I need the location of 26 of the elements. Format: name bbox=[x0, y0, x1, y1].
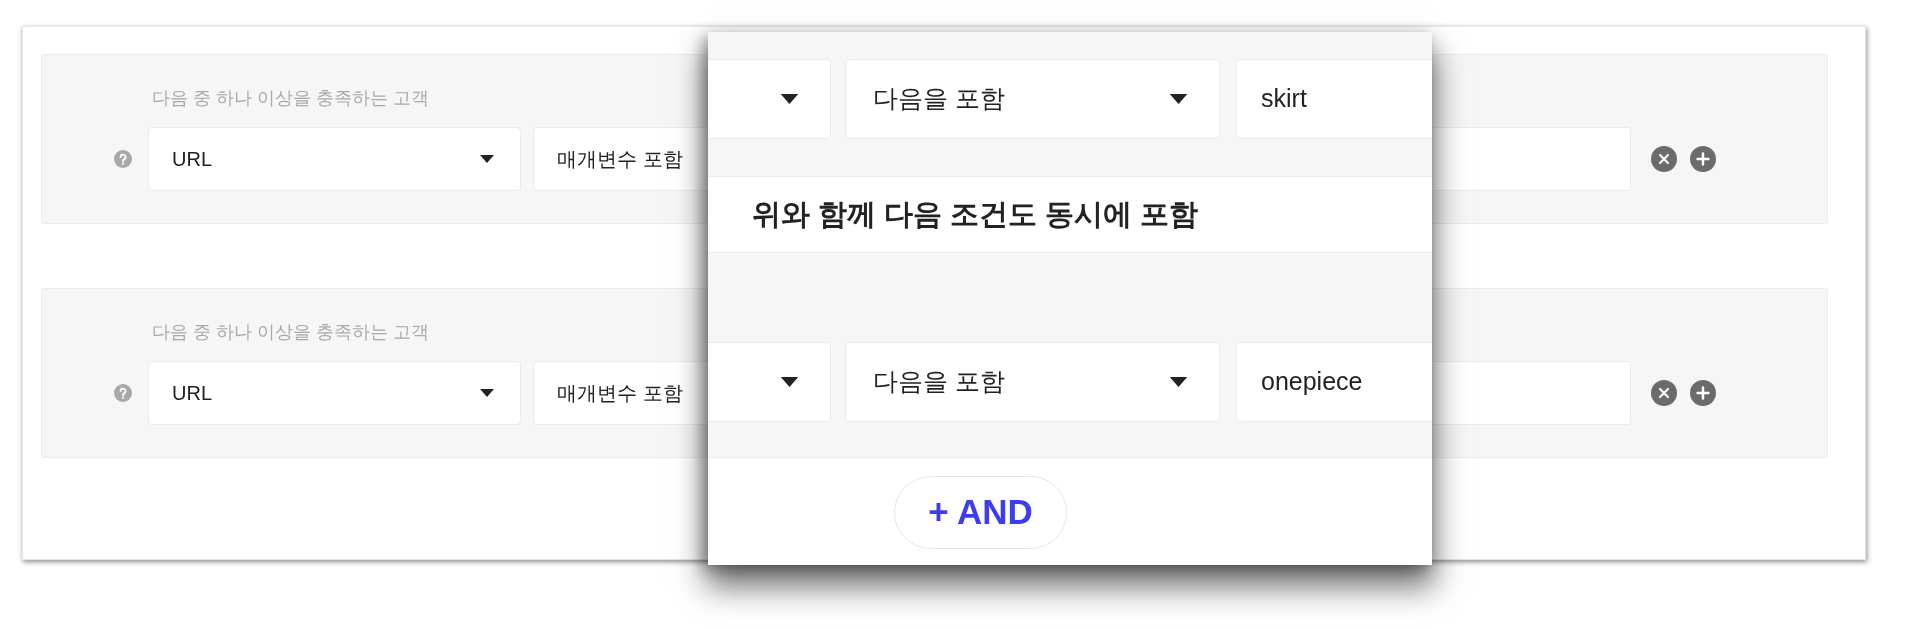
remove-icon[interactable] bbox=[1651, 380, 1677, 406]
text-field[interactable]: skirt bbox=[1236, 59, 1432, 139]
text-field[interactable]: 매개변수 포함 bbox=[533, 361, 709, 425]
dropdown-select[interactable]: URL bbox=[148, 127, 521, 191]
caret-icon bbox=[780, 377, 799, 387]
caret-icon bbox=[780, 94, 799, 104]
text-field[interactable] bbox=[1433, 361, 1631, 425]
text-field[interactable] bbox=[1433, 127, 1631, 191]
dropdown-select[interactable]: URL bbox=[148, 361, 521, 425]
add-icon[interactable] bbox=[1690, 146, 1716, 172]
section-heading: 위와 함께 다음 조건도 동시에 포함 bbox=[752, 196, 1199, 232]
group-label: 다음 중 하나 이상을 충족하는 고객 bbox=[152, 321, 429, 344]
caret-icon bbox=[1169, 377, 1188, 387]
remove-icon[interactable] bbox=[1651, 146, 1677, 172]
text-field[interactable]: onepiece bbox=[1236, 342, 1432, 422]
dropdown-select[interactable]: 다음을 포함 bbox=[845, 59, 1220, 139]
caret-icon bbox=[1169, 94, 1188, 104]
text-field[interactable]: 매개변수 포함 bbox=[533, 127, 709, 191]
dropdown-select[interactable]: 다음을 포함 bbox=[845, 342, 1220, 422]
help-icon bbox=[114, 150, 132, 168]
group-label: 다음 중 하나 이상을 충족하는 고객 bbox=[152, 87, 429, 110]
add-icon[interactable] bbox=[1690, 380, 1716, 406]
caret-icon bbox=[480, 155, 494, 163]
add-and-button[interactable]: + AND bbox=[894, 476, 1067, 549]
caret-icon bbox=[480, 389, 494, 397]
help-icon bbox=[114, 384, 132, 402]
